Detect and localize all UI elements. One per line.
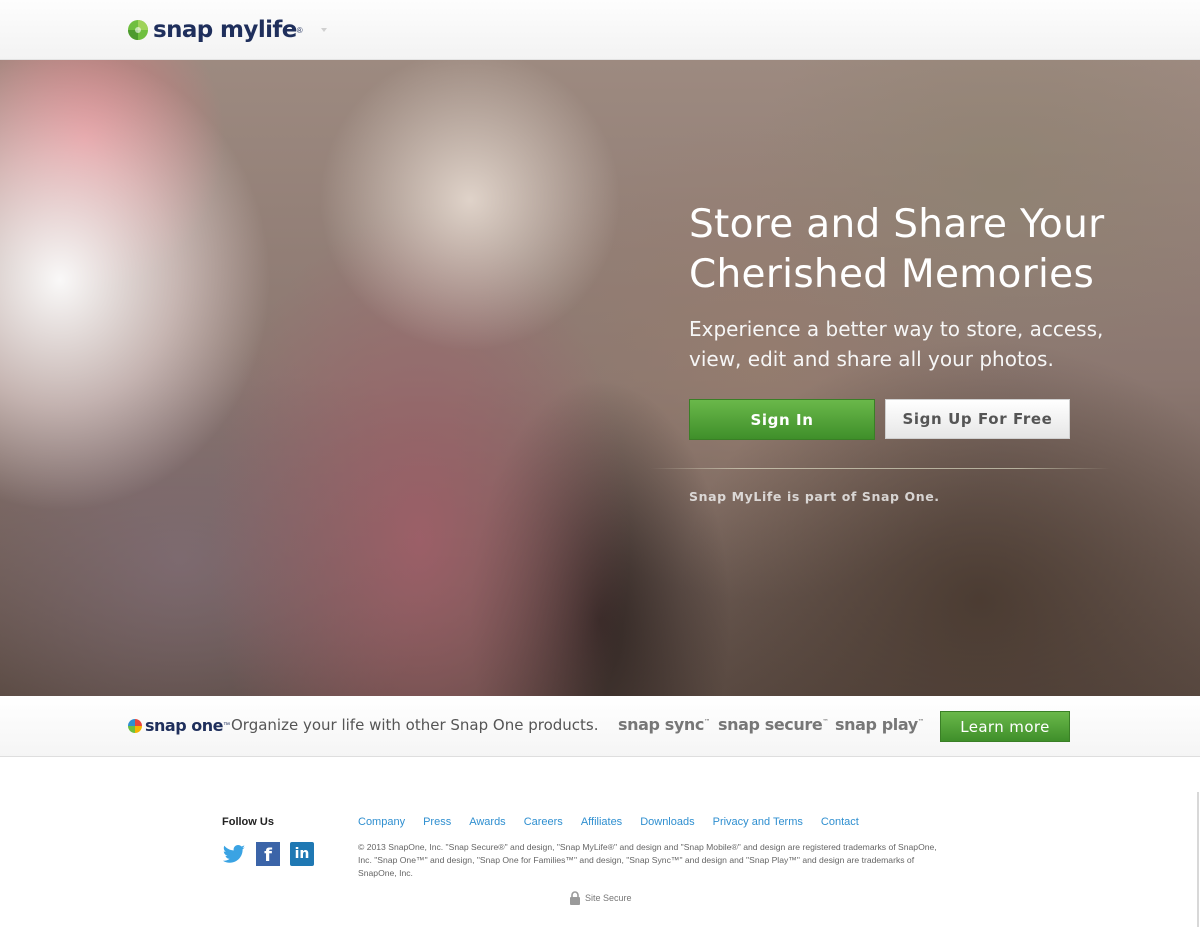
footer-link-contact[interactable]: Contact	[821, 816, 859, 828]
hero-title: Store and Share Your Cherished Memories	[689, 202, 1105, 297]
snap-secure-label: snap secure	[718, 715, 823, 734]
footer-links: Company Press Awards Careers Affiliates …	[358, 816, 877, 828]
site-secure-badge: Site Secure	[569, 891, 632, 905]
hero-divider	[650, 468, 1110, 469]
sign-up-button[interactable]: Sign Up For Free	[885, 399, 1070, 439]
snap-sync-label: snap sync	[618, 715, 704, 734]
hero-buttons: Sign In Sign Up For Free	[689, 399, 1070, 440]
learn-more-button[interactable]: Learn more	[940, 711, 1070, 742]
snap-play-logo[interactable]: snap play™	[835, 715, 924, 734]
caret-down-icon[interactable]	[321, 28, 327, 32]
hero-section: Store and Share Your Cherished Memories …	[0, 60, 1200, 696]
snap-one-tagline: Organize your life with other Snap One p…	[231, 716, 599, 734]
snap-one-logo-text: snap one	[145, 716, 223, 735]
hero-content: Store and Share Your Cherished Memories …	[689, 200, 1109, 440]
linkedin-icon[interactable]: in	[290, 842, 314, 866]
snap-secure-logo[interactable]: snap secure™	[718, 715, 828, 734]
footer-link-privacy-terms[interactable]: Privacy and Terms	[713, 816, 803, 828]
snap-one-note: Snap MyLife is part of Snap One.	[689, 489, 940, 504]
snap-play-tm: ™	[917, 718, 924, 726]
footer-link-downloads[interactable]: Downloads	[640, 816, 694, 828]
logo-registered-mark: ®	[296, 25, 303, 35]
site-secure-text: Site Secure	[585, 893, 632, 903]
snap-sync-logo[interactable]: snap sync™	[618, 715, 710, 734]
twitter-icon[interactable]	[222, 842, 246, 866]
site-header: snap mylife ®	[0, 0, 1200, 60]
sign-in-button[interactable]: Sign In	[689, 399, 875, 440]
hero-subtitle: Experience a better way to store, access…	[689, 317, 1104, 371]
pinwheel-logo-icon	[128, 20, 148, 40]
footer-link-press[interactable]: Press	[423, 816, 451, 828]
snap-play-label: snap play	[835, 715, 918, 734]
facebook-icon[interactable]: f	[256, 842, 280, 866]
scrollbar-edge	[1197, 792, 1199, 927]
snap-mylife-logo[interactable]: snap mylife ®	[127, 15, 303, 45]
snap-sync-tm: ™	[703, 718, 710, 726]
legal-text: © 2013 SnapOne, Inc. "Snap Secure®" and …	[358, 842, 937, 878]
footer-link-affiliates[interactable]: Affiliates	[581, 816, 622, 828]
logo-text: snap mylife	[153, 17, 297, 43]
lock-icon	[570, 891, 580, 905]
footer-link-awards[interactable]: Awards	[469, 816, 505, 828]
footer-link-company[interactable]: Company	[358, 816, 405, 828]
footer-link-careers[interactable]: Careers	[524, 816, 563, 828]
follow-us-title: Follow Us	[222, 816, 274, 828]
snap-one-logo[interactable]: snap one ™	[128, 716, 230, 735]
snap-one-tm: ™	[222, 722, 230, 729]
snap-one-pinwheel-icon	[128, 718, 142, 733]
snap-one-bar: snap one ™ Organize your life with other…	[0, 696, 1200, 757]
snap-secure-tm: ™	[822, 718, 828, 726]
